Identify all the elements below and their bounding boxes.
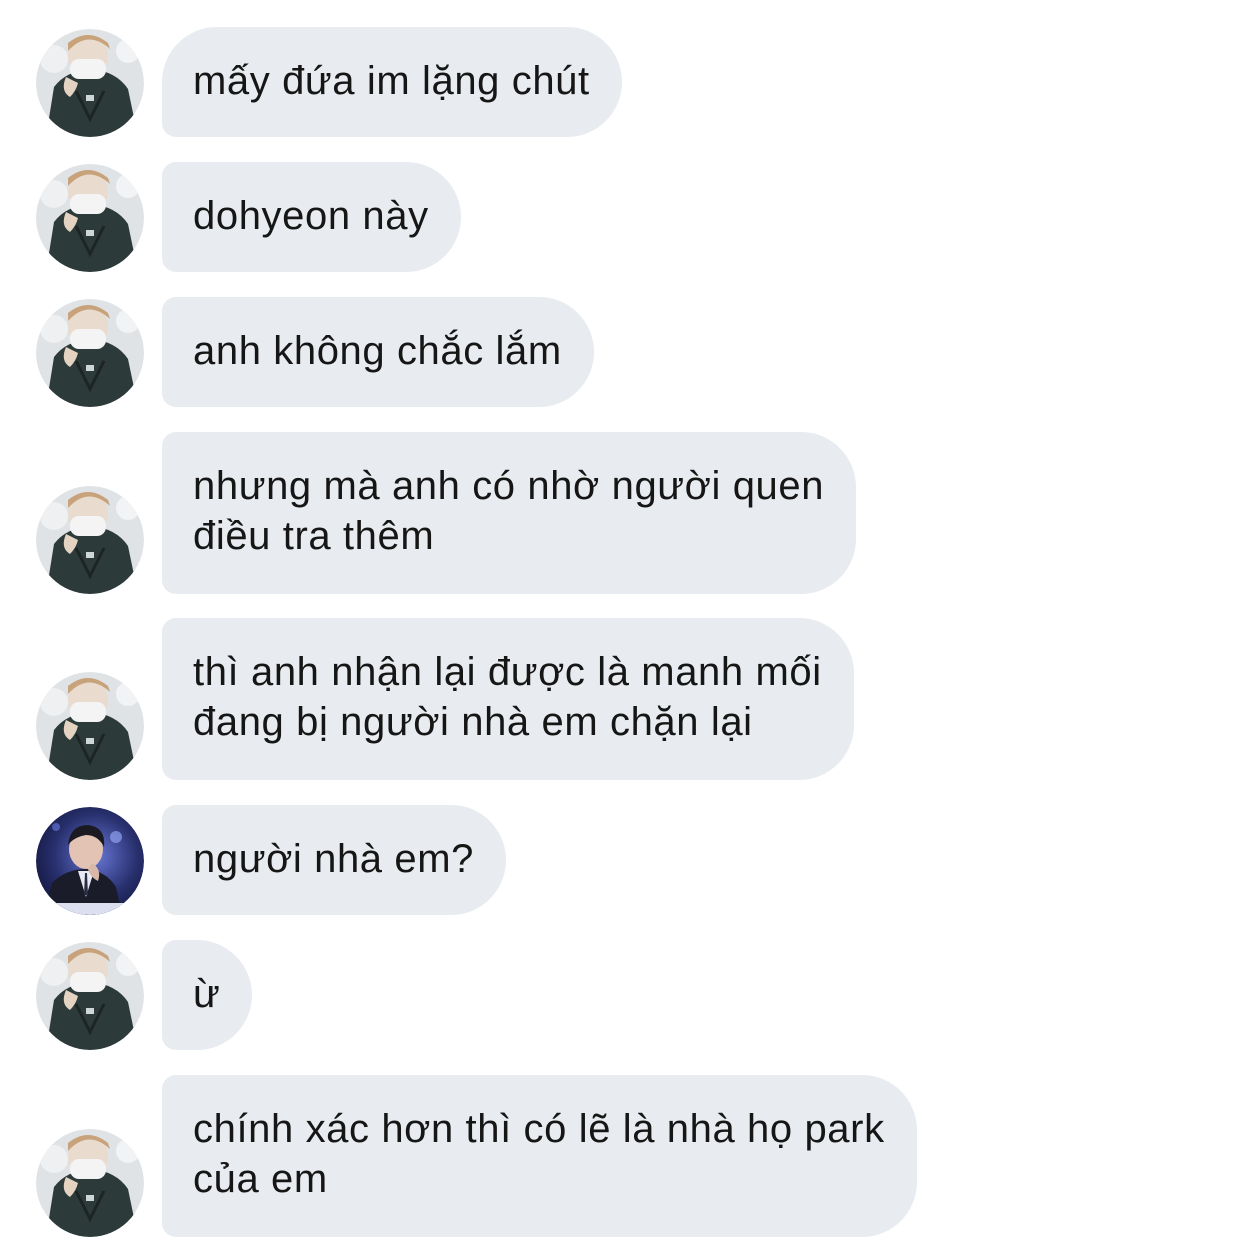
message-bubble[interactable]: chính xác hơn thì có lẽ là nhà họ park c… [162,1075,917,1237]
masked-person-avatar-icon [36,486,144,594]
masked-person-avatar-icon [36,29,144,137]
masked-person-avatar-icon [36,942,144,1050]
message-bubble[interactable]: nhưng mà anh có nhờ người quen điều tra … [162,432,857,594]
message-bubble[interactable]: mấy đứa im lặng chút [162,27,622,137]
sender-avatar[interactable] [36,942,144,1050]
message-bubble[interactable]: thì anh nhận lại được là manh mối đang b… [162,618,854,780]
sender-avatar[interactable] [36,1129,144,1237]
masked-person-avatar-icon [36,299,144,407]
sender-avatar[interactable] [36,29,144,137]
sender-avatar[interactable] [36,807,144,915]
message-bubble[interactable]: anh không chắc lắm [162,297,594,407]
sender-avatar[interactable] [36,164,144,272]
masked-person-avatar-icon [36,164,144,272]
message-bubble[interactable]: ừ [162,940,253,1050]
person-in-suit-avatar-icon [36,807,144,915]
message-bubble[interactable]: người nhà em? [162,805,506,915]
message-bubble[interactable]: dohyeon này [162,162,461,272]
masked-person-avatar-icon [36,672,144,780]
sender-avatar[interactable] [36,299,144,407]
masked-person-avatar-icon [36,1129,144,1237]
sender-avatar[interactable] [36,486,144,594]
sender-avatar[interactable] [36,672,144,780]
